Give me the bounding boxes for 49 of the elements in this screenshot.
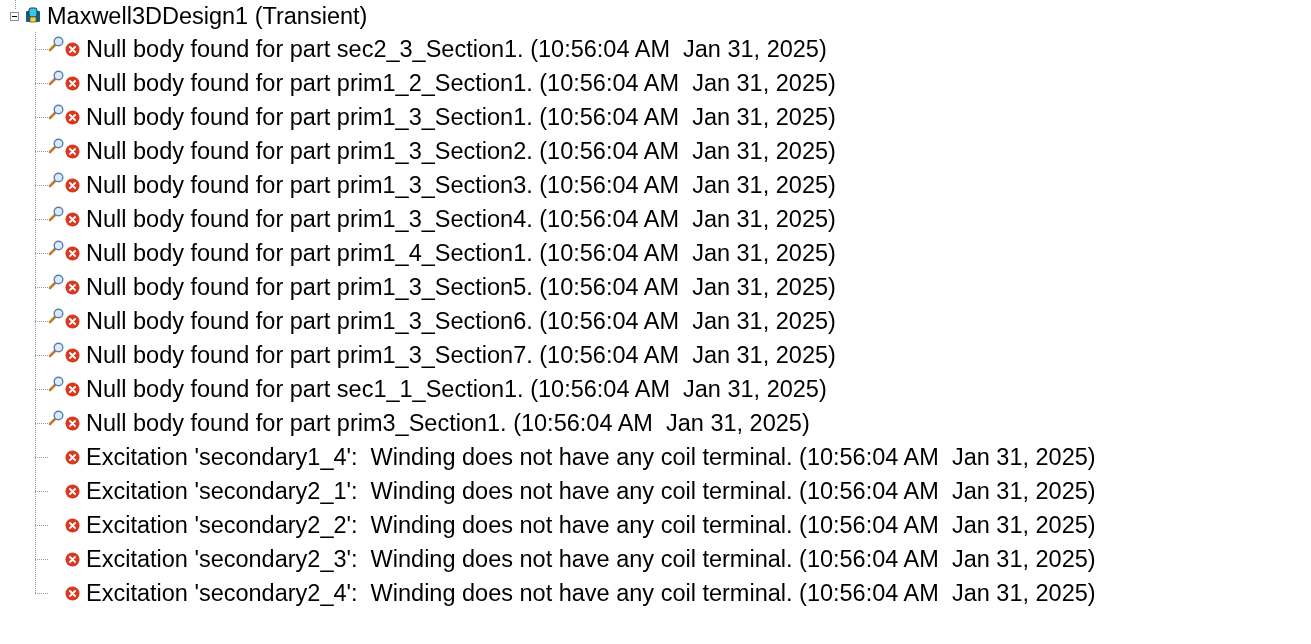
message-item[interactable]: Null body found for part sec1_1_Section1. (10:56:04 AM Jan 31, 2025) (86, 375, 827, 403)
message-item[interactable]: Excitation 'secondary2_2': Winding does not have any coil terminal. (10:56:04 AM Jan 31, 2025) (86, 511, 1096, 539)
error-icon (65, 517, 80, 533)
message-item[interactable]: Null body found for part prim1_3_Section6. (10:56:04 AM Jan 31, 2025) (86, 307, 836, 335)
message-item[interactable]: Null body found for part prim3_Section1. (10:56:04 AM Jan 31, 2025) (86, 409, 810, 437)
error-icon (65, 483, 80, 499)
collapse-toggle[interactable] (10, 11, 19, 21)
error-icon (65, 449, 80, 465)
message-item[interactable]: Null body found for part prim1_3_Section5. (10:56:04 AM Jan 31, 2025) (86, 273, 836, 301)
magnifier-icon (48, 206, 64, 222)
tree-root-label[interactable]: Maxwell3DDesign1 (Transient) (47, 0, 368, 32)
message-item[interactable]: Null body found for part prim1_4_Section1. (10:56:04 AM Jan 31, 2025) (86, 239, 836, 267)
error-icon (65, 347, 80, 363)
error-icon (65, 245, 80, 261)
magnifier-icon (48, 138, 64, 154)
message-item[interactable]: Excitation 'secondary2_4': Winding does not have any coil terminal. (10:56:04 AM Jan 31, 2025) (86, 579, 1096, 607)
magnifier-icon (48, 410, 64, 426)
design-icon (24, 7, 42, 25)
message-item[interactable]: Excitation 'secondary1_4': Winding does not have any coil terminal. (10:56:04 AM Jan 31, 2025) (86, 443, 1096, 471)
message-item[interactable]: Null body found for part prim1_3_Section1. (10:56:04 AM Jan 31, 2025) (86, 103, 836, 131)
message-item[interactable]: Excitation 'secondary2_1': Winding does not have any coil terminal. (10:56:04 AM Jan 31, 2025) (86, 477, 1096, 505)
magnifier-icon (48, 342, 64, 358)
magnifier-icon (48, 172, 64, 188)
error-icon (65, 211, 80, 227)
message-item[interactable]: Null body found for part prim1_3_Section3. (10:56:04 AM Jan 31, 2025) (86, 171, 836, 199)
magnifier-icon (48, 104, 64, 120)
magnifier-icon (48, 376, 64, 392)
error-icon (65, 313, 80, 329)
message-item[interactable]: Null body found for part sec2_3_Section1. (10:56:04 AM Jan 31, 2025) (86, 35, 827, 63)
error-icon (65, 143, 80, 159)
magnifier-icon (48, 70, 64, 86)
error-icon (65, 551, 80, 567)
magnifier-icon (48, 36, 64, 52)
magnifier-icon (48, 308, 64, 324)
error-icon (65, 381, 80, 397)
message-item[interactable]: Null body found for part prim1_3_Section7. (10:56:04 AM Jan 31, 2025) (86, 341, 836, 369)
message-item[interactable]: Excitation 'secondary2_3': Winding does not have any coil terminal. (10:56:04 AM Jan 31, 2025) (86, 545, 1096, 573)
message-item[interactable]: Null body found for part prim1_3_Section2. (10:56:04 AM Jan 31, 2025) (86, 137, 836, 165)
error-icon (65, 279, 80, 295)
magnifier-icon (48, 274, 64, 290)
error-icon (65, 75, 80, 91)
error-icon (65, 415, 80, 431)
error-icon (65, 177, 80, 193)
error-icon (65, 585, 80, 601)
error-icon (65, 109, 80, 125)
magnifier-icon (48, 240, 64, 256)
error-icon (65, 41, 80, 57)
message-item[interactable]: Null body found for part prim1_2_Section1. (10:56:04 AM Jan 31, 2025) (86, 69, 836, 97)
message-item[interactable]: Null body found for part prim1_3_Section4. (10:56:04 AM Jan 31, 2025) (86, 205, 836, 233)
